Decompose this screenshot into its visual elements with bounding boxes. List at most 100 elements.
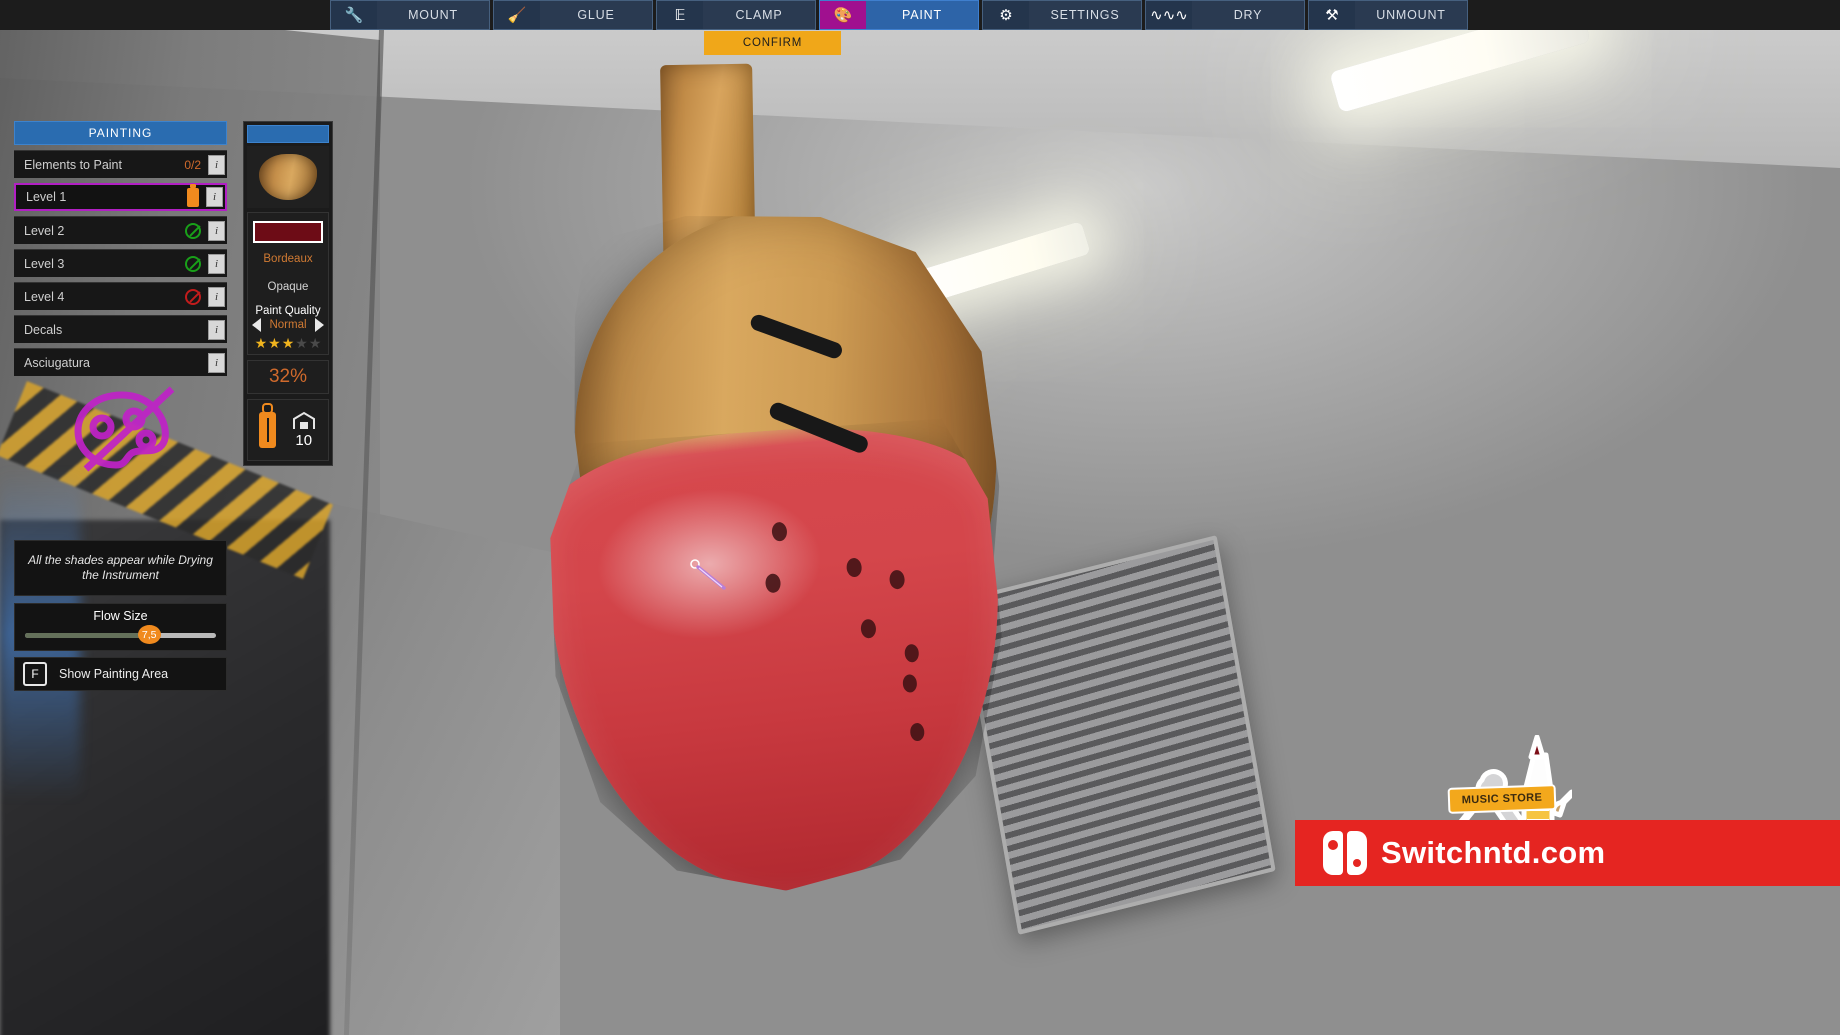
row-decals[interactable]: Decals i <box>14 315 227 343</box>
allowed-circle-icon <box>185 255 201 272</box>
game-screen: 🔧 MOUNT 🧹 GLUE 𝔼 CLAMP 🎨 PAINT ⚙ SETTING… <box>0 0 1840 1035</box>
paint-quality-label: Paint Quality <box>255 305 321 317</box>
row-level-1[interactable]: Level 1 i <box>14 183 227 211</box>
color-swatch[interactable] <box>253 221 323 243</box>
tab-dry[interactable]: ∿∿∿ DRY <box>1145 0 1305 30</box>
tab-unmount[interactable]: ⚒ UNMOUNT <box>1308 0 1468 30</box>
info-button[interactable]: i <box>208 286 225 307</box>
chevron-left-icon[interactable] <box>252 318 261 332</box>
row-right: 0/2 i <box>184 154 227 175</box>
elements-count: 0/2 <box>184 157 201 172</box>
tab-glue-label: GLUE <box>577 8 615 22</box>
row-elements-to-paint[interactable]: Elements to Paint 0/2 i <box>14 150 227 178</box>
slider-fill <box>25 633 146 638</box>
info-button[interactable]: i <box>208 253 225 274</box>
info-button[interactable]: i <box>208 352 225 373</box>
guitar-model[interactable] <box>492 43 1069 907</box>
allowed-circle-icon <box>185 222 201 239</box>
tab-glue[interactable]: 🧹 GLUE <box>493 0 653 30</box>
stock-count: 10 <box>295 432 313 449</box>
clamp-icon: 𝔼 <box>657 1 703 29</box>
game-title-badge: MUSIC STORE <box>1447 784 1557 814</box>
wrench-screwdriver-icon: 🔧 <box>331 1 377 29</box>
info-button[interactable]: i <box>208 154 225 175</box>
star-icon-2: ★ <box>268 335 281 351</box>
site-name: Switchntd.com <box>1381 835 1606 870</box>
tab-paint-label: PAINT <box>902 8 942 22</box>
info-button[interactable]: i <box>206 187 223 207</box>
unmount-tools-icon: ⚒ <box>1309 1 1355 29</box>
paint-panel-body: Bordeaux Opaque Paint Quality Normal ★ ★… <box>247 212 329 355</box>
row-right: i <box>208 352 227 373</box>
flow-size-label: Flow Size <box>93 609 148 623</box>
color-name: Bordeaux <box>263 253 313 265</box>
tab-bar-left-spacer <box>0 0 330 30</box>
tab-settings-label: SETTINGS <box>1050 8 1120 22</box>
switch-console-icon <box>1323 831 1367 875</box>
coverage-percent: 32% <box>268 366 308 387</box>
spray-gun-cursor <box>690 559 726 590</box>
row-label: Level 1 <box>26 190 67 204</box>
game-title-text: MUSIC STORE <box>1461 791 1543 807</box>
blocked-circle-icon <box>185 288 201 305</box>
row-level-3[interactable]: Level 3 i <box>14 249 227 277</box>
paint-quality-value: Normal <box>269 319 307 331</box>
heat-waves-icon: ∿∿∿ <box>1146 1 1192 29</box>
row-label: Level 2 <box>24 223 65 238</box>
info-button[interactable]: i <box>208 319 225 340</box>
flow-size-slider[interactable]: 7,5 <box>25 625 216 644</box>
tab-settings[interactable]: ⚙ SETTINGS <box>982 0 1142 30</box>
row-right: i <box>185 286 227 307</box>
finish-type: Opaque <box>267 281 309 293</box>
paint-stock-box: 10 <box>247 399 329 461</box>
tab-mount[interactable]: 🔧 MOUNT <box>330 0 490 30</box>
tab-paint[interactable]: 🎨 PAINT <box>819 0 979 30</box>
info-button[interactable]: i <box>208 220 225 241</box>
paint-palette-icon: 🎨 <box>820 1 866 29</box>
row-label: Level 4 <box>24 289 65 304</box>
row-right: i <box>187 183 225 207</box>
tab-unmount-label: UNMOUNT <box>1376 8 1446 22</box>
paint-quality-selector: Normal <box>252 318 324 332</box>
coverage-box: 32% <box>247 360 329 394</box>
star-icon-1: ★ <box>254 335 268 351</box>
glue-brush-icon: 🧹 <box>494 1 540 29</box>
row-asciugatura[interactable]: Asciugatura i <box>14 348 227 376</box>
star-icon-3: ★ <box>281 335 295 351</box>
tab-mount-label: MOUNT <box>408 8 458 22</box>
star-icon-5: ★ <box>308 335 322 351</box>
row-right: i <box>185 253 227 274</box>
warehouse-icon <box>292 411 315 429</box>
chevron-right-icon[interactable] <box>315 318 324 332</box>
page-title: PAINTING <box>14 121 227 145</box>
star-icon-4: ★ <box>295 335 308 351</box>
paint-panel-header <box>247 125 329 143</box>
tab-clamp-label: CLAMP <box>735 8 783 22</box>
guitar-thumbnail-image <box>259 154 317 200</box>
hint-tooltip: All the shades appear while Drying the I… <box>14 540 227 596</box>
row-label: Elements to Paint <box>24 157 122 172</box>
mode-tab-bar: 🔧 MOUNT 🧹 GLUE 𝔼 CLAMP 🎨 PAINT ⚙ SETTING… <box>0 0 1840 30</box>
warehouse-stock: 10 <box>291 411 317 449</box>
slider-knob[interactable]: 7,5 <box>137 625 161 644</box>
gear-icon: ⚙ <box>983 1 1029 29</box>
painting-panel: PAINTING Elements to Paint 0/2 i Level 1… <box>14 121 227 376</box>
show-painting-area-label: Show Painting Area <box>59 667 169 681</box>
quality-star-rating: ★ ★ ★ ★ ★ <box>248 336 328 350</box>
show-painting-area-shortcut[interactable]: F Show Painting Area <box>14 657 227 691</box>
instrument-thumbnail[interactable] <box>247 146 329 208</box>
tab-dry-label: DRY <box>1233 8 1263 22</box>
row-right: i <box>208 319 227 340</box>
hint-text: All the shades appear while Drying the I… <box>28 553 213 582</box>
spray-can-icon <box>259 405 277 448</box>
guitar-body-painted-area <box>539 415 1018 905</box>
row-level-4[interactable]: Level 4 i <box>14 282 227 310</box>
row-label: Level 3 <box>24 256 65 271</box>
paint-settings-panel: Bordeaux Opaque Paint Quality Normal ★ ★… <box>243 121 333 466</box>
row-level-2[interactable]: Level 2 i <box>14 216 227 244</box>
tab-clamp[interactable]: 𝔼 CLAMP <box>656 0 816 30</box>
site-watermark-bar: Switchntd.com <box>1295 820 1840 886</box>
confirm-button[interactable]: CONFIRM <box>704 31 841 55</box>
row-right: i <box>185 220 227 241</box>
row-label: Asciugatura <box>24 355 91 370</box>
